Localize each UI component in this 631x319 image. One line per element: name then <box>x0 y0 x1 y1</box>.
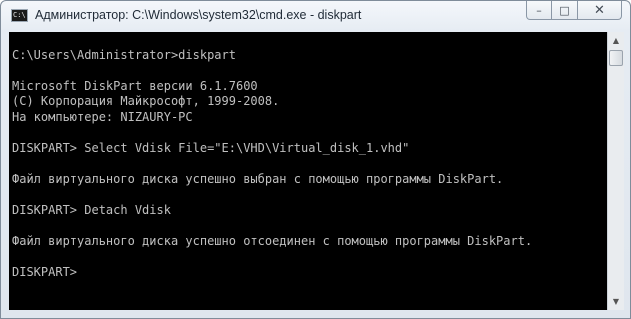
vertical-scrollbar[interactable]: ▲ ▼ <box>607 32 624 310</box>
scroll-up-button[interactable]: ▲ <box>608 32 624 49</box>
scrollbar-thumb[interactable] <box>609 50 623 66</box>
close-icon: ✕ <box>594 2 605 18</box>
caption-buttons: – □ ✕ <box>526 1 622 21</box>
console-line: DISKPART> Detach Vdisk <box>12 202 171 217</box>
maximize-button[interactable]: □ <box>552 1 578 20</box>
console-line: (C) Корпорация Майкрософт, 1999-2008. <box>12 94 280 108</box>
console-output[interactable]: C:\Users\Administrator>diskpart Microsof… <box>9 32 607 310</box>
scroll-down-button[interactable]: ▼ <box>608 293 624 310</box>
minimize-button[interactable]: – <box>526 1 552 20</box>
window-bottom-frame <box>9 310 624 318</box>
console-line: Файл виртуального диска успешно выбран с… <box>12 171 504 186</box>
minimize-icon: – <box>536 3 542 17</box>
console-prompt-line: DISKPART> <box>12 264 85 279</box>
title-bar[interactable]: C:\ Администратор: C:\Windows\system32\c… <box>1 1 630 33</box>
maximize-icon: □ <box>559 3 570 17</box>
cmd-icon[interactable]: C:\ <box>11 9 28 22</box>
arrow-up-icon: ▲ <box>612 36 620 45</box>
console-line: На компьютере: NIZAURY-PC <box>12 109 193 124</box>
window-title: Администратор: C:\Windows\system32\cmd.e… <box>35 8 362 22</box>
console-line: DISKPART> Select Vdisk File="E:\VHD\Virt… <box>12 140 410 155</box>
console-line: Microsoft DiskPart версии 6.1.7600 <box>12 78 258 93</box>
cmd-window: C:\ Администратор: C:\Windows\system32\c… <box>0 0 631 319</box>
close-button[interactable]: ✕ <box>578 1 622 20</box>
console-line: Файл виртуального диска успешно отсоедин… <box>12 233 533 248</box>
console-line: C:\Users\Administrator>diskpart <box>12 47 236 62</box>
arrow-down-icon: ▼ <box>612 297 620 306</box>
